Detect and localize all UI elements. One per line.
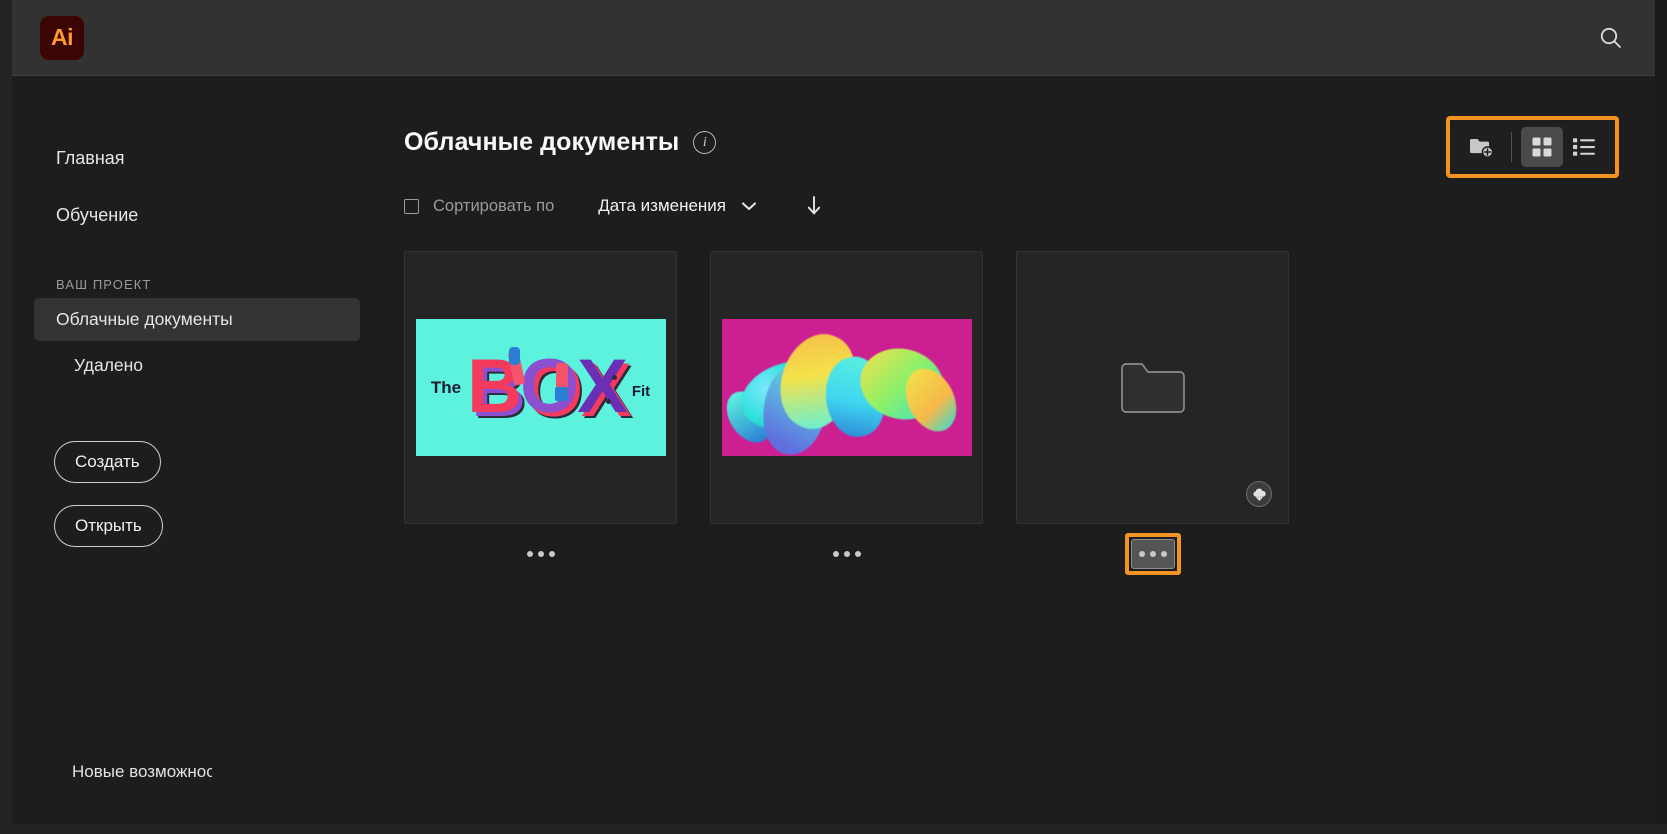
more-options-icon bbox=[843, 551, 850, 557]
grid-view-icon bbox=[1532, 137, 1552, 157]
sidebar-actions: Создать Открыть bbox=[54, 441, 382, 547]
more-options-icon bbox=[1138, 551, 1145, 557]
sort-by-label: Сортировать по bbox=[433, 196, 555, 215]
document-footer bbox=[710, 524, 983, 584]
window-edge-bottom bbox=[0, 824, 1667, 834]
select-all-checkbox[interactable] bbox=[404, 198, 419, 214]
sidebar-item-learn[interactable]: Обучение bbox=[12, 195, 382, 236]
the-box-fit-artwork: The B O X Fit bbox=[415, 319, 666, 456]
sort-bar: Сортировать по Дата изменения bbox=[404, 195, 1625, 217]
more-options-icon bbox=[526, 551, 533, 557]
artwork-text-the: The bbox=[430, 377, 462, 397]
logo-text: Ai bbox=[51, 24, 74, 50]
document-card-lettering[interactable] bbox=[710, 251, 983, 524]
artwork-figure-climber-shirt bbox=[508, 347, 520, 365]
gradient-lettering-artwork bbox=[721, 319, 972, 456]
artwork-letter-x: X bbox=[577, 344, 628, 430]
more-options-icon bbox=[537, 551, 544, 557]
sort-direction-button[interactable] bbox=[806, 195, 822, 217]
cloud-download-icon bbox=[1252, 488, 1266, 501]
document-footer bbox=[404, 524, 677, 584]
document-cell: The B O X Fit bbox=[404, 251, 677, 584]
overflow-button-highlight bbox=[1124, 533, 1181, 575]
sidebar-item-deleted[interactable]: Удалено bbox=[34, 344, 360, 387]
app-body: Главная Обучение ВАШ ПРОЕКТ Облачные док… bbox=[12, 76, 1655, 824]
info-icon[interactable]: i bbox=[693, 131, 717, 154]
document-overflow-button[interactable] bbox=[519, 539, 563, 569]
document-footer bbox=[1016, 524, 1289, 584]
list-view-icon bbox=[1573, 138, 1595, 156]
sort-dropdown-button[interactable] bbox=[740, 200, 758, 212]
sidebar-item-label: Облачные документы bbox=[56, 309, 233, 329]
artwork-x-dot bbox=[611, 375, 617, 380]
view-toolbar bbox=[1452, 122, 1613, 172]
grid-view-button[interactable] bbox=[1521, 127, 1563, 167]
toolbar-divider bbox=[1511, 132, 1512, 162]
document-overflow-button[interactable] bbox=[1130, 539, 1175, 569]
document-cell bbox=[1016, 251, 1289, 584]
arrow-down-icon bbox=[807, 196, 821, 215]
more-options-icon bbox=[854, 551, 861, 557]
more-options-icon bbox=[548, 551, 555, 557]
window-edge-right bbox=[1655, 0, 1667, 834]
sidebar-item-label: Обучение bbox=[56, 204, 139, 225]
new-folder-icon bbox=[1470, 139, 1494, 158]
chevron-down-icon bbox=[741, 202, 757, 211]
document-card-the-box-fit[interactable]: The B O X Fit bbox=[404, 251, 677, 524]
create-button[interactable]: Создать bbox=[54, 441, 161, 483]
page-header: Облачные документы i bbox=[404, 128, 1625, 157]
main-content: Облачные документы i Сортировать по Дата… bbox=[382, 76, 1655, 824]
document-cell bbox=[710, 251, 983, 584]
document-overflow-button[interactable] bbox=[825, 539, 869, 569]
artwork-figure-boxer-shorts bbox=[554, 387, 568, 401]
search-button[interactable] bbox=[1589, 16, 1633, 60]
view-toolbar-container bbox=[1446, 116, 1619, 178]
app-header: Ai bbox=[12, 0, 1655, 76]
more-options-icon bbox=[1160, 551, 1167, 557]
cloud-status-badge[interactable] bbox=[1246, 481, 1272, 507]
sidebar-item-home[interactable]: Главная bbox=[12, 138, 382, 179]
artwork-letter-o: O bbox=[519, 344, 579, 430]
sort-by-value[interactable]: Дата изменения bbox=[598, 196, 726, 216]
folder-icon bbox=[1120, 362, 1185, 413]
sidebar-item-cloud-documents[interactable]: Облачные документы bbox=[34, 298, 360, 341]
search-icon bbox=[1600, 27, 1621, 48]
sidebar: Главная Обучение ВАШ ПРОЕКТ Облачные док… bbox=[12, 76, 382, 824]
view-toolbar-highlight bbox=[1446, 116, 1619, 178]
more-options-icon bbox=[832, 551, 839, 557]
adobe-illustrator-logo[interactable]: Ai bbox=[40, 15, 84, 60]
artwork-text-box: B O X bbox=[467, 344, 628, 430]
artwork-text-fit: Fit bbox=[631, 383, 651, 400]
open-button[interactable]: Открыть bbox=[54, 505, 163, 547]
list-view-button[interactable] bbox=[1563, 127, 1605, 167]
window-edge-left bbox=[0, 0, 12, 834]
new-folder-button[interactable] bbox=[1460, 127, 1502, 167]
sidebar-item-label: Удалено bbox=[74, 355, 144, 375]
sidebar-section-label: ВАШ ПРОЕКТ bbox=[56, 277, 152, 292]
documents-grid: The B O X Fit bbox=[404, 251, 1625, 584]
page-title: Облачные документы bbox=[404, 128, 680, 156]
illustrator-home-window: Ai Главная Обучение ВАШ ПРОЕКТ Облачные … bbox=[0, 0, 1667, 834]
artwork-x-dot bbox=[605, 399, 611, 404]
document-card-folder[interactable] bbox=[1016, 251, 1289, 524]
sidebar-item-label: Главная bbox=[56, 148, 125, 168]
more-options-icon bbox=[1149, 551, 1156, 557]
whats-new-link[interactable]: Новые возможност bbox=[72, 762, 212, 782]
